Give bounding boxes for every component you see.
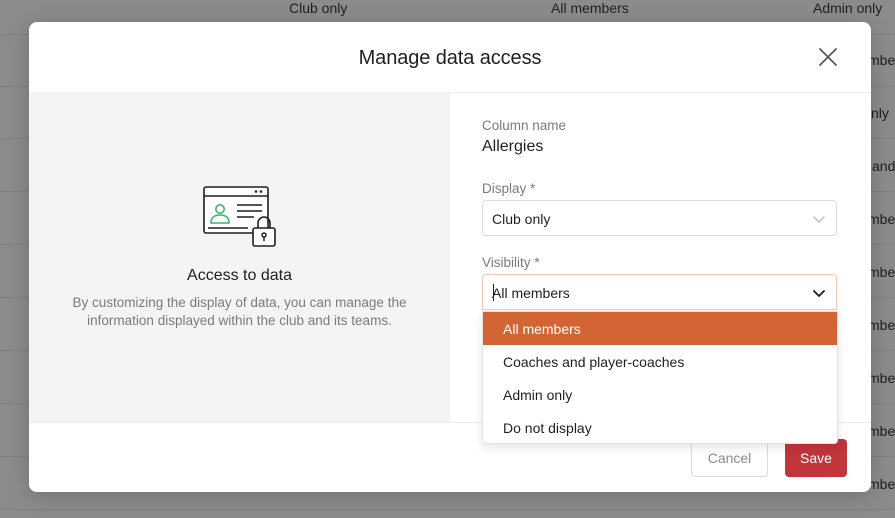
- info-description: By customizing the display of data, you …: [72, 295, 407, 328]
- dropdown-option-admin-only[interactable]: Admin only: [483, 378, 837, 411]
- table-cell: Club only: [289, 0, 348, 16]
- table-cell-fragment: mber: [868, 370, 895, 386]
- table-cell-fragment: mber: [868, 211, 895, 227]
- data-access-illustration-icon: [203, 186, 276, 247]
- chevron-down-icon: [813, 290, 825, 297]
- column-name-value: Allergies: [482, 138, 544, 155]
- table-cell: Admin only: [813, 0, 883, 16]
- table-cell-fragment: and: [872, 158, 895, 174]
- table-cell-fragment: mber: [868, 317, 895, 333]
- option-label: Coaches and player-coaches: [503, 354, 685, 370]
- close-icon: [819, 48, 837, 66]
- dropdown-option-do-not-display[interactable]: Do not display: [483, 411, 837, 444]
- table-cell-fragment: mber: [868, 264, 895, 280]
- cancel-button[interactable]: Cancel: [691, 439, 768, 477]
- visibility-dropdown-menu: All members Coaches and player-coaches A…: [482, 311, 838, 444]
- info-title: Access to data: [187, 267, 292, 284]
- chevron-down-icon: [813, 216, 825, 223]
- option-label: Admin only: [503, 387, 573, 403]
- visibility-label: Visibility *: [482, 255, 540, 270]
- modal-title: Manage data access: [358, 47, 542, 69]
- table-cell-fragment: mber: [868, 476, 895, 492]
- option-label: All members: [503, 321, 581, 337]
- table-cell-fragment: nly: [871, 105, 889, 121]
- table-cell: All members: [551, 0, 629, 16]
- visibility-select[interactable]: All members: [482, 274, 837, 310]
- modal-header: Manage data access: [29, 22, 871, 93]
- dropdown-option-coaches[interactable]: Coaches and player-coaches: [483, 345, 837, 378]
- display-select[interactable]: Club only: [482, 200, 837, 236]
- table-cell-fragment: mber: [868, 423, 895, 439]
- display-label: Display *: [482, 181, 536, 196]
- display-select-value: Club only: [492, 211, 551, 227]
- visibility-select-value: All members: [492, 285, 570, 301]
- dropdown-option-all-members[interactable]: All members: [483, 312, 837, 345]
- column-name-label: Column name: [482, 118, 567, 133]
- info-panel: Access to data By customizing the displa…: [29, 92, 450, 422]
- save-button[interactable]: Save: [785, 439, 847, 477]
- option-label: Do not display: [503, 420, 592, 436]
- close-button[interactable]: [815, 44, 841, 70]
- table-cell-fragment: mber: [868, 52, 895, 68]
